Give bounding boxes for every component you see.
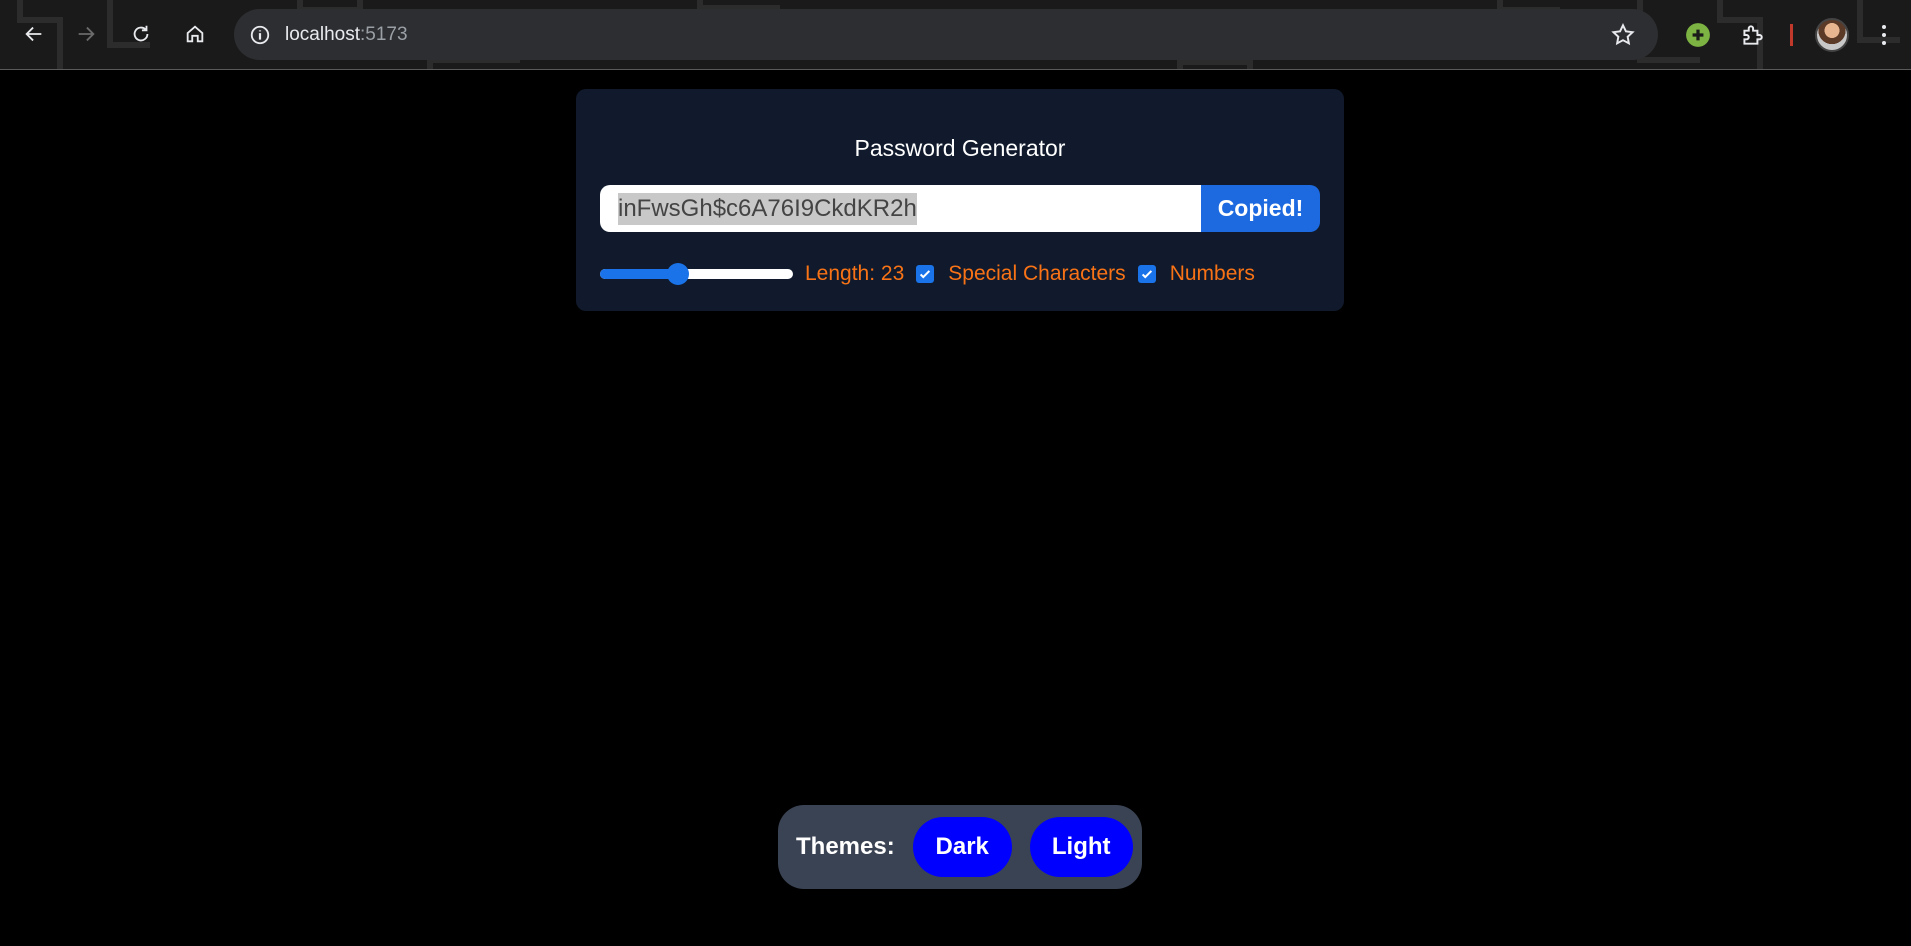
back-button[interactable] bbox=[14, 14, 54, 54]
url-text[interactable]: localhost:5173 bbox=[285, 24, 408, 46]
dark-theme-button[interactable]: Dark bbox=[912, 817, 1012, 877]
password-input[interactable]: inFwsGh$c6A76I9CkdKR2h bbox=[600, 185, 1201, 232]
browser-toolbar: localhost:5173 bbox=[0, 0, 1911, 70]
copy-button[interactable]: Copied! bbox=[1201, 185, 1320, 232]
extensions-puzzle-icon[interactable] bbox=[1733, 16, 1771, 54]
url-port: :5173 bbox=[360, 23, 408, 45]
light-theme-button[interactable]: Light bbox=[1029, 817, 1133, 877]
forward-button[interactable] bbox=[66, 14, 106, 54]
password-generator-card: Password Generator inFwsGh$c6A76I9CkdKR2… bbox=[576, 89, 1344, 311]
recording-indicator bbox=[1790, 24, 1793, 46]
extension-add-icon[interactable] bbox=[1679, 16, 1717, 54]
themes-label: Themes: bbox=[796, 833, 895, 860]
password-row: inFwsGh$c6A76I9CkdKR2h Copied! bbox=[600, 185, 1320, 232]
numbers-label[interactable]: Numbers bbox=[1170, 262, 1255, 286]
options-row: Length: 23 Special Characters Numbers bbox=[600, 259, 1255, 289]
check-icon bbox=[1141, 270, 1152, 279]
length-label: Length: 23 bbox=[805, 262, 905, 285]
numbers-checkbox[interactable] bbox=[1137, 265, 1156, 283]
reload-icon bbox=[133, 25, 149, 42]
arrow-left-icon bbox=[25, 26, 42, 42]
theme-switcher: Themes: Dark Light bbox=[778, 805, 1142, 889]
home-icon bbox=[186, 25, 204, 43]
browser-menu-icon[interactable] bbox=[1874, 20, 1894, 50]
url-host: localhost bbox=[285, 23, 360, 45]
reload-button[interactable] bbox=[121, 14, 161, 54]
home-button[interactable] bbox=[175, 14, 215, 54]
check-icon bbox=[920, 270, 931, 279]
slider-track bbox=[600, 269, 793, 279]
special-characters-label[interactable]: Special Characters bbox=[948, 262, 1125, 286]
page-title: Password Generator bbox=[854, 135, 1066, 161]
slider-thumb[interactable] bbox=[666, 263, 689, 285]
length-slider[interactable] bbox=[600, 263, 793, 285]
password-value: inFwsGh$c6A76I9CkdKR2h bbox=[618, 192, 917, 225]
profile-avatar[interactable] bbox=[1815, 18, 1849, 52]
special-characters-checkbox[interactable] bbox=[916, 265, 935, 283]
arrow-right-icon bbox=[78, 26, 95, 42]
bookmark-star-icon[interactable] bbox=[1610, 22, 1636, 48]
address-bar[interactable]: localhost:5173 bbox=[234, 9, 1658, 60]
site-info-icon[interactable] bbox=[249, 24, 271, 46]
